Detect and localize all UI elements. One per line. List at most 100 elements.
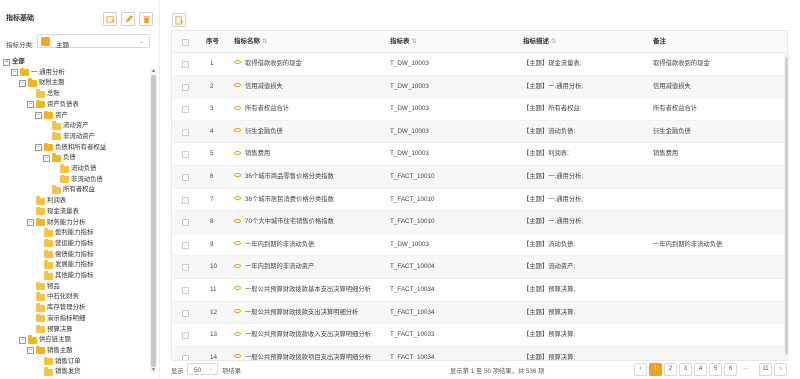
tree-node[interactable]: 库存管理分析 [27, 303, 85, 313]
col-header-name[interactable]: 指标名称 ⇅ [234, 31, 267, 53]
sort-icon[interactable]: ⇅ [412, 38, 417, 45]
row-checkbox[interactable] [182, 151, 189, 159]
tree-node[interactable]: 所有者权益 [43, 185, 95, 195]
row-checkbox[interactable] [182, 128, 189, 136]
scroll-down-icon[interactable]: ▼ [151, 367, 156, 373]
edit-category-button[interactable] [121, 12, 135, 26]
cell-name-text[interactable]: 销售费用 [245, 150, 270, 157]
tree-node[interactable]: 营运能力指标 [35, 238, 93, 249]
table-row[interactable]: 5 销售费用 T_DW_10003 【主题】利润表; 销售费用 [172, 143, 787, 166]
eye-icon[interactable] [234, 286, 241, 291]
collapse-toggle-icon[interactable]: − [27, 347, 34, 355]
table-row[interactable]: 13 一般公共预算财政拨款收入支出决算明细分析 T_FACT_10033 【主题】预算… [172, 324, 787, 347]
row-checkbox[interactable] [182, 264, 189, 272]
cell-name-text[interactable]: 70个大中城市住宅销售价格指数 [245, 218, 334, 225]
cell-name-text[interactable]: 一年内到期的非流动资产 [245, 263, 314, 270]
col-header-table[interactable]: 指标表 ⇅ [390, 31, 417, 53]
table-row[interactable]: 2 信用减值损失 T_DW_10003 【主题】一.通用分析; 信用减值损失 [172, 75, 787, 99]
tree-scrollbar-thumb[interactable] [151, 75, 156, 367]
tree-node[interactable]: 现金流量表 [27, 206, 79, 217]
table-row[interactable]: 8 70个大中城市住宅销售价格指数 T_FACT_10010 【主题】一.通用分析; [172, 211, 787, 234]
row-checkbox[interactable] [182, 332, 189, 340]
tree-node[interactable]: − 资产 [35, 110, 68, 121]
next-page-button[interactable]: › [774, 363, 787, 376]
page-button-6[interactable]: 6 [724, 363, 737, 376]
collapse-toggle-icon[interactable]: − [27, 101, 34, 109]
tree-node[interactable]: 偿债能力指标 [35, 249, 93, 260]
page-button-3[interactable]: 3 [679, 363, 692, 376]
select-all-checkbox[interactable] [182, 39, 189, 46]
tree-node[interactable]: − 财税主题 [19, 78, 65, 88]
row-checkbox[interactable] [182, 61, 189, 68]
tree-node[interactable]: 总账 [27, 89, 60, 99]
eye-icon[interactable] [234, 173, 241, 178]
tree-node[interactable]: − 资产负债表 [27, 99, 79, 110]
row-checkbox[interactable] [182, 287, 189, 294]
collapse-toggle-icon[interactable]: − [19, 79, 26, 87]
tree-node[interactable]: − 销售主题 [27, 345, 73, 356]
collapse-toggle-icon[interactable]: − [35, 144, 42, 152]
cell-name-text[interactable]: 36个城市居民消费价格分类指数 [245, 196, 334, 203]
cell-name-text[interactable]: 一般公共预算财政拨款支出决算明细分析 [245, 309, 358, 316]
scroll-up-icon[interactable]: ▲ [151, 68, 156, 74]
page-button-1[interactable]: 1 [649, 363, 662, 376]
tree-node[interactable]: 演示指标明细 [27, 313, 85, 324]
table-row[interactable]: 12 一般公共预算财政拨款支出决算明细分析 T_FACT_10034 【主题】预算决算… [172, 301, 787, 325]
tree-node[interactable]: 销售发货 [35, 367, 81, 377]
add-indicator-button[interactable] [172, 13, 186, 27]
table-row[interactable]: 11 一般公共预算财政拨款基本支出决算明细分析 T_FACT_10034 【主题】预算… [172, 279, 787, 302]
tree-node[interactable]: 中石化财务 [27, 292, 79, 302]
table-row[interactable]: 3 所有者权益合计 T_DW_10003 【主题】所有者权益; 所有者权益合计 [172, 98, 787, 121]
table-scrollbar[interactable] [784, 53, 789, 359]
tree-scrollbar[interactable]: ▲ ▼ [150, 68, 157, 373]
collapse-toggle-icon[interactable]: − [3, 58, 10, 66]
cell-name-text[interactable]: 取得借款收到的现金 [245, 60, 302, 67]
tree-node[interactable]: 非流动资产 [43, 131, 95, 142]
tree-node[interactable]: − 负债 [43, 153, 76, 163]
eye-icon[interactable] [234, 331, 241, 336]
table-row[interactable]: 9 一年内到期的非流动负债 T_DW_10003 【主题】流动负债; 一年内到期的非流动… [172, 234, 787, 257]
tree-node[interactable]: − 全部 [3, 57, 25, 67]
category-select[interactable]: 主题 ⌄ [37, 34, 150, 49]
tree-node[interactable]: − 供应链主题 [19, 335, 71, 345]
cell-name-text[interactable]: 一般公共预算财政拨款收入支出决算明细分析 [245, 331, 371, 338]
tree-node[interactable]: 流动负债 [51, 164, 97, 174]
row-checkbox[interactable] [182, 354, 189, 360]
prev-page-button[interactable]: ‹ [634, 363, 647, 376]
cell-name-text[interactable]: 衍生金融负债 [245, 128, 283, 135]
collapse-toggle-icon[interactable]: − [35, 112, 42, 119]
eye-icon[interactable] [234, 308, 241, 313]
row-checkbox[interactable] [182, 241, 189, 249]
row-checkbox[interactable] [182, 174, 189, 181]
tree-node[interactable]: 盈利能力指标 [35, 228, 93, 238]
collapse-toggle-icon[interactable]: − [27, 219, 34, 226]
tree-node[interactable]: − 财务能力分析 [27, 217, 85, 228]
eye-icon[interactable] [234, 82, 241, 87]
cell-name-text[interactable]: 一年内到期的非流动负债 [245, 241, 314, 248]
eye-icon[interactable] [234, 60, 241, 65]
sort-icon[interactable]: ⇅ [262, 38, 267, 45]
row-checkbox[interactable] [182, 83, 189, 91]
eye-icon[interactable] [234, 218, 241, 223]
collapse-toggle-icon[interactable]: − [11, 69, 18, 77]
table-row[interactable]: 4 衍生金融负债 T_DW_10003 【主题】流动负债; 衍生金融负债 [172, 120, 787, 144]
sort-icon[interactable]: ⇅ [551, 38, 556, 45]
collapse-toggle-icon[interactable]: − [19, 336, 26, 344]
collapse-toggle-icon[interactable]: − [43, 154, 50, 162]
row-checkbox[interactable] [182, 196, 189, 204]
tree-node[interactable]: 发展能力指标 [35, 260, 93, 270]
tree-node[interactable]: 利润表 [27, 196, 66, 206]
table-scrollbar-thumb[interactable] [785, 57, 788, 355]
col-header-desc[interactable]: 指标描述 ⇅ [523, 31, 556, 53]
page-button-5[interactable]: 5 [709, 363, 722, 376]
eye-icon[interactable] [234, 354, 241, 359]
table-row[interactable]: 6 36个城市商品零售价格分类指数 T_FACT_10010 【主题】一.通用分析; [172, 166, 787, 189]
cell-name-text[interactable]: 所有者权益合计 [245, 105, 289, 112]
cell-name-text[interactable]: 36个城市商品零售价格分类指数 [245, 173, 334, 180]
cell-name-text[interactable]: 一般公共预算财政拨款基本支出决算明细分析 [245, 286, 371, 293]
add-category-button[interactable] [103, 12, 117, 26]
row-checkbox[interactable] [182, 219, 189, 227]
delete-category-button[interactable] [139, 12, 153, 26]
eye-icon[interactable] [234, 150, 241, 155]
eye-icon[interactable] [234, 241, 241, 246]
